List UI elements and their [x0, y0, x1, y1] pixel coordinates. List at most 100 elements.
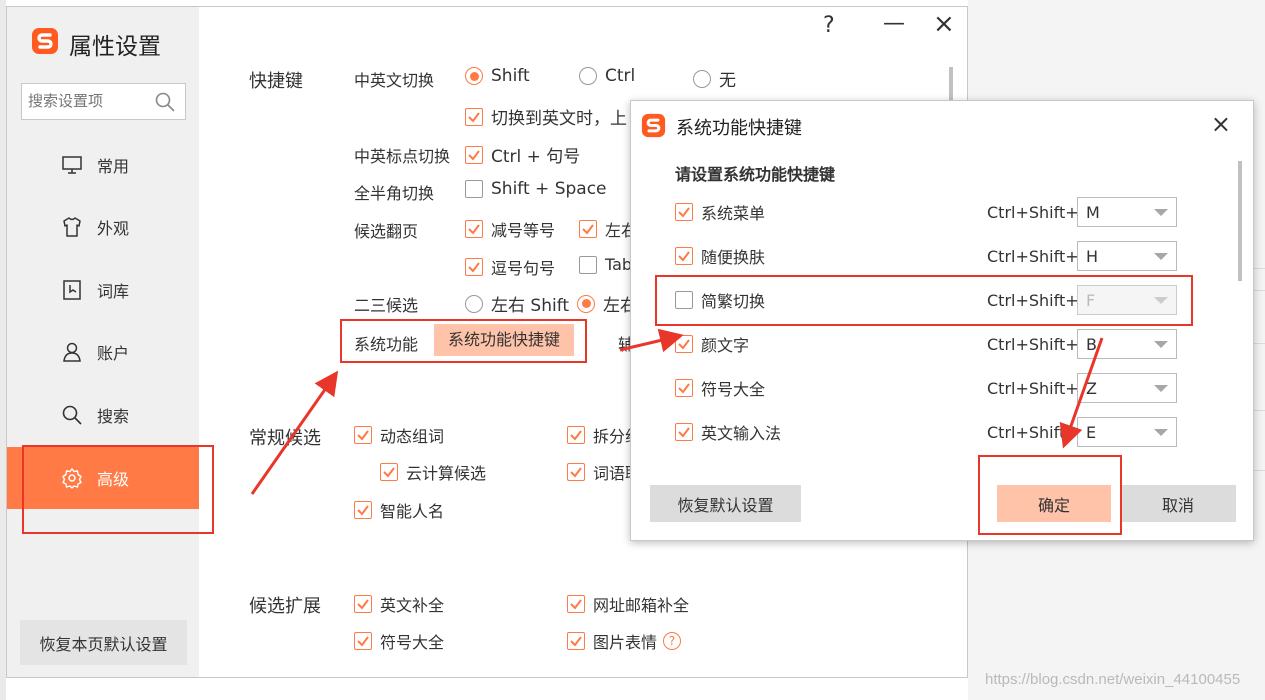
radio-left-right[interactable]: 左右	[577, 291, 637, 316]
sogou-logo-icon	[32, 28, 58, 54]
sidebar-item-account[interactable]: 账户	[7, 321, 199, 383]
checkbox[interactable]	[354, 426, 372, 444]
sidebar: 属性设置 常用 外观	[7, 7, 199, 677]
sidebar-item-appearance[interactable]: 外观	[7, 196, 199, 258]
dialog-scrollbar[interactable]	[1238, 161, 1242, 281]
monitor-icon	[62, 156, 82, 174]
check-icon	[357, 505, 369, 516]
checkbox[interactable]	[354, 632, 372, 650]
sidebar-item-label: 常用	[97, 157, 130, 176]
checkbox[interactable]	[567, 632, 585, 650]
cancel-button[interactable]: 取消	[1120, 485, 1236, 522]
option-label: Ctrl + 句号	[491, 147, 581, 167]
sidebar-item-common[interactable]: 常用	[7, 134, 199, 196]
shortcut-section-label: 快捷键	[249, 71, 303, 92]
chevron-down-icon	[1154, 429, 1168, 436]
sidebar-item-label: 词库	[97, 282, 130, 301]
help-icon[interactable]: ?	[823, 15, 835, 37]
checkbox[interactable]	[579, 255, 597, 274]
restore-defaults-button[interactable]: 恢复默认设置	[650, 485, 801, 522]
annotation-box-advanced	[22, 445, 214, 534]
check-icon	[468, 111, 480, 123]
checkbox[interactable]	[675, 379, 693, 397]
paging-minus-equal[interactable]: 减号等号	[465, 217, 555, 241]
check-icon	[678, 339, 690, 350]
check-icon	[678, 207, 690, 218]
check-icon	[582, 224, 594, 235]
key-select[interactable]: E	[1077, 417, 1177, 447]
search-input[interactable]	[28, 84, 153, 117]
radio-label: 无	[719, 71, 736, 91]
check-icon	[678, 251, 690, 262]
close-button[interactable]: ×	[933, 11, 955, 37]
checkbox[interactable]	[354, 595, 372, 613]
sidebar-item-label: 搜索	[97, 407, 130, 426]
option-label: 符号大全	[380, 633, 445, 652]
checkbox[interactable]	[380, 463, 398, 481]
checkbox[interactable]	[465, 258, 483, 276]
shortcut-row: 随便换肤 Ctrl+Shift+ H	[675, 241, 1185, 271]
checkbox[interactable]	[354, 501, 372, 519]
sidebar-item-dictionary[interactable]: 词库	[7, 259, 199, 321]
key-select[interactable]: M	[1077, 197, 1177, 227]
key-select[interactable]: B	[1077, 329, 1177, 359]
paging-left-right[interactable]: 左右	[579, 217, 637, 241]
restore-page-defaults-button[interactable]: 恢复本页默认设置	[20, 620, 187, 665]
search-box[interactable]	[21, 83, 186, 120]
sidebar-item-label: 外观	[97, 219, 130, 238]
checkbox[interactable]	[567, 463, 585, 481]
url-email-option[interactable]: 网址邮箱补全	[567, 592, 689, 616]
question-icon[interactable]: ?	[663, 632, 682, 650]
sidebar-item-search[interactable]: 搜索	[7, 384, 199, 446]
key-select[interactable]: H	[1077, 241, 1177, 271]
fullhalf-option[interactable]: Shift + Space	[465, 179, 607, 199]
shortcut-name: 符号大全	[701, 380, 766, 399]
radio-button[interactable]	[579, 67, 597, 85]
checkbox[interactable]	[567, 595, 585, 613]
smart-name-option[interactable]: 智能人名	[354, 498, 444, 522]
cloud-candidate-option[interactable]: 云计算候选	[380, 460, 486, 484]
checkbox[interactable]	[675, 203, 693, 221]
radio-button[interactable]	[577, 294, 595, 313]
english-complete-option[interactable]: 英文补全	[354, 592, 444, 616]
checkbox[interactable]	[465, 220, 483, 238]
paging-tab[interactable]: Tab	[579, 255, 632, 274]
radio-left-right-shift[interactable]: 左右 Shift	[465, 291, 569, 316]
checkbox[interactable]	[675, 335, 693, 353]
radio-none[interactable]: 无	[693, 66, 736, 91]
dynamic-phrase-option[interactable]: 动态组词	[354, 423, 444, 447]
check-icon	[570, 636, 582, 647]
shortcut-modifier: Ctrl+Shift+	[987, 202, 1079, 222]
switch-english-option[interactable]: 切换到英文时，上	[465, 104, 627, 129]
checkbox[interactable]	[675, 247, 693, 265]
dialog-close-button[interactable]: ×	[1211, 110, 1231, 138]
extend-section-label: 候选扩展	[249, 596, 321, 617]
symbol-collection-option[interactable]: 符号大全	[354, 629, 444, 653]
minimize-button[interactable]: —	[883, 13, 905, 35]
shortcut-modifier: Ctrl+Shift+	[987, 422, 1079, 442]
checkbox[interactable]	[465, 145, 483, 164]
paging-comma-period[interactable]: 逗号句号	[465, 255, 555, 279]
image-emoji-option[interactable]: 图片表情 ?	[567, 629, 682, 653]
checkbox[interactable]	[465, 107, 483, 126]
key-value: B	[1086, 334, 1097, 354]
radio-shift[interactable]: Shift	[465, 66, 530, 86]
check-icon	[678, 427, 690, 438]
search-icon[interactable]	[154, 91, 176, 113]
key-select[interactable]: Z	[1077, 373, 1177, 403]
checkbox[interactable]	[675, 423, 693, 441]
checkbox[interactable]	[579, 220, 597, 238]
checkbox[interactable]	[465, 180, 483, 198]
option-label: 逗号句号	[491, 259, 556, 278]
radio-button[interactable]	[465, 294, 483, 313]
checkbox[interactable]	[567, 426, 585, 444]
shortcut-row: 符号大全 Ctrl+Shift+ Z	[675, 373, 1185, 403]
option-label: 图片表情	[593, 633, 658, 652]
check-icon	[468, 262, 480, 273]
radio-ctrl[interactable]: Ctrl	[579, 66, 635, 86]
punct-switch-option[interactable]: Ctrl + 句号	[465, 142, 580, 167]
radio-button[interactable]	[465, 67, 483, 85]
shortcut-modifier: Ctrl+Shift+	[987, 334, 1079, 354]
radio-button[interactable]	[693, 69, 711, 88]
shirt-icon	[63, 217, 81, 237]
